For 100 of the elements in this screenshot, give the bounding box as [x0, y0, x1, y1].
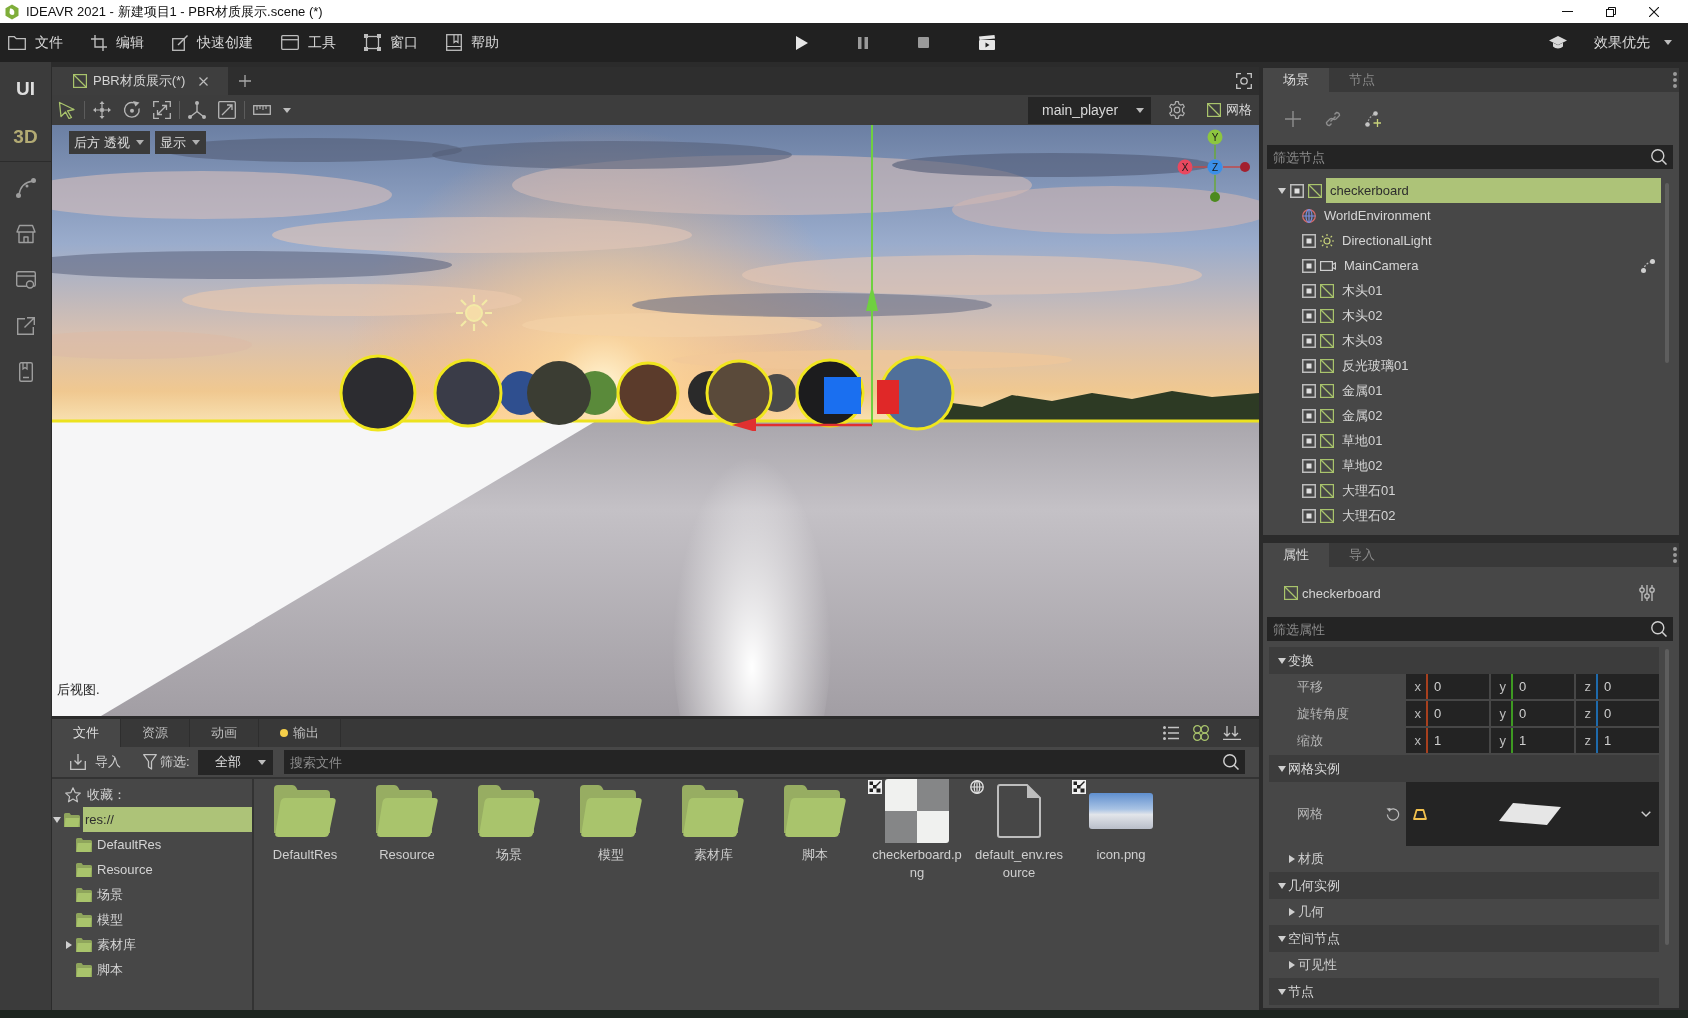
- tree-item[interactable]: 金属01: [1338, 378, 1387, 403]
- folder-item[interactable]: DefaultRes: [95, 832, 166, 857]
- file-item[interactable]: icon.png: [1070, 779, 1172, 882]
- visibility-checkbox[interactable]: [1302, 358, 1316, 373]
- subsection-header[interactable]: 几何: [1289, 903, 1324, 921]
- folder-item[interactable]: Resource: [95, 857, 157, 882]
- grid-toggle[interactable]: 网格: [1207, 101, 1252, 119]
- panel-tab[interactable]: 节点: [1329, 68, 1395, 92]
- menu-item[interactable]: 编辑: [91, 33, 144, 52]
- tree-item[interactable]: WorldEnvironment: [1320, 203, 1435, 228]
- filter-dropdown[interactable]: 全部: [197, 749, 273, 775]
- cursor-icon[interactable]: [58, 101, 76, 119]
- visibility-checkbox[interactable]: [1302, 508, 1316, 523]
- link-icon[interactable]: [1325, 110, 1341, 127]
- caret-right-icon[interactable]: [1289, 855, 1295, 863]
- visibility-checkbox[interactable]: [1302, 408, 1316, 423]
- rotate-icon[interactable]: [123, 101, 141, 119]
- caret-down-icon[interactable]: [1278, 657, 1286, 664]
- panel-tab[interactable]: 属性: [1263, 543, 1329, 567]
- tree-item[interactable]: 木头03: [1338, 328, 1387, 353]
- camera-dropdown[interactable]: main_player: [1028, 96, 1151, 124]
- mode-tab[interactable]: 3D: [13, 126, 38, 148]
- axis-handle[interactable]: Y: [1207, 129, 1223, 145]
- visibility-checkbox[interactable]: [1302, 258, 1316, 273]
- file-item[interactable]: Resource: [356, 779, 458, 882]
- more-icon[interactable]: [1673, 547, 1677, 563]
- visibility-checkbox[interactable]: [1302, 433, 1316, 448]
- circular-arrow-icon[interactable]: [1386, 807, 1400, 821]
- caret-down-icon[interactable]: [1278, 187, 1286, 194]
- file-item[interactable]: 素材库: [662, 779, 764, 882]
- number-field[interactable]: x 0: [1406, 674, 1489, 699]
- caret-down-icon[interactable]: [1278, 935, 1286, 942]
- tree-item[interactable]: checkerboard: [1326, 178, 1661, 203]
- section-header[interactable]: 网格实例: [1269, 755, 1659, 782]
- play-icon[interactable]: [796, 35, 808, 50]
- caret-right-icon[interactable]: [1289, 908, 1295, 916]
- clapperboard-icon[interactable]: [979, 35, 995, 50]
- menu-item[interactable]: 文件: [8, 33, 63, 52]
- caret-icon[interactable]: [283, 107, 291, 113]
- search-icon[interactable]: [1651, 621, 1667, 637]
- number-field[interactable]: x 1: [1406, 728, 1489, 753]
- axis-handle[interactable]: Z: [1207, 159, 1223, 175]
- number-field[interactable]: z 1: [1576, 728, 1659, 753]
- tree-item[interactable]: 草地02: [1338, 453, 1387, 478]
- folder-item[interactable]: 场景: [95, 882, 127, 907]
- editor-tab[interactable]: PBR材质展示(*): [52, 67, 229, 95]
- subsection-header[interactable]: 材质: [1289, 850, 1324, 868]
- caret-down-icon[interactable]: [1278, 882, 1286, 889]
- store-icon[interactable]: [15, 224, 36, 244]
- axis-handle[interactable]: X: [1177, 159, 1193, 175]
- tree-item[interactable]: 金属02: [1338, 403, 1387, 428]
- file-item[interactable]: checkerboard.png: [866, 779, 968, 882]
- import-button[interactable]: 导入: [70, 753, 121, 771]
- square-arrow-icon[interactable]: [218, 101, 236, 119]
- axis-dot[interactable]: [1210, 192, 1220, 202]
- restore-icon[interactable]: [1606, 6, 1616, 17]
- number-field[interactable]: y 1: [1491, 728, 1574, 753]
- search-field[interactable]: 筛选属性: [1267, 617, 1673, 641]
- tree-item[interactable]: 大理石02: [1338, 503, 1400, 528]
- sliders-icon[interactable]: [1639, 585, 1655, 601]
- menu-item[interactable]: 快速创建: [172, 33, 253, 52]
- axis-dot[interactable]: [1240, 162, 1250, 172]
- search-icon[interactable]: [1223, 754, 1239, 770]
- quality-dropdown[interactable]: 效果优先: [1594, 33, 1672, 52]
- search-icon[interactable]: [1651, 149, 1667, 165]
- file-item[interactable]: DefaultRes: [254, 779, 356, 882]
- number-field[interactable]: z 0: [1576, 701, 1659, 726]
- folder-item[interactable]: 模型: [95, 907, 127, 932]
- more-icon[interactable]: [1673, 72, 1677, 88]
- section-header[interactable]: 空间节点: [1269, 925, 1659, 952]
- tree-item[interactable]: 反光玻璃01: [1338, 353, 1413, 378]
- tree-item[interactable]: 木头01: [1338, 278, 1387, 303]
- visibility-checkbox[interactable]: [1302, 308, 1316, 323]
- box-arrow-icon[interactable]: [15, 316, 36, 336]
- caret-icon[interactable]: [1136, 107, 1144, 113]
- chevron-down-icon[interactable]: [1641, 811, 1651, 817]
- tree-item[interactable]: 大理石01: [1338, 478, 1400, 503]
- curve-plus-icon[interactable]: [1365, 110, 1381, 127]
- caret-down-icon[interactable]: [1278, 765, 1286, 772]
- panel-tab[interactable]: 资源: [121, 719, 190, 747]
- visibility-checkbox[interactable]: [1302, 483, 1316, 498]
- list-icon[interactable]: [1163, 726, 1179, 740]
- caret-icon[interactable]: [1664, 40, 1672, 45]
- file-item[interactable]: default_env.resource: [968, 779, 1070, 882]
- resize-icon[interactable]: [153, 101, 171, 119]
- close-icon[interactable]: [1649, 6, 1659, 17]
- resource-picker[interactable]: [1406, 782, 1659, 846]
- subsection-header[interactable]: 可见性: [1289, 956, 1337, 974]
- file-item[interactable]: 场景: [458, 779, 560, 882]
- caret-icon[interactable]: [135, 140, 144, 145]
- visibility-checkbox[interactable]: [1302, 283, 1316, 298]
- tree-item[interactable]: DirectionalLight: [1338, 228, 1436, 253]
- caret-right-icon[interactable]: [66, 940, 72, 949]
- caret-icon[interactable]: [257, 759, 266, 765]
- file-item[interactable]: 模型: [560, 779, 662, 882]
- folder-item[interactable]: res://: [83, 807, 252, 832]
- caret-right-icon[interactable]: [1289, 961, 1295, 969]
- graduation-cap-icon[interactable]: [1549, 36, 1567, 49]
- close-icon[interactable]: [199, 76, 209, 86]
- folder-item[interactable]: 素材库: [95, 932, 140, 957]
